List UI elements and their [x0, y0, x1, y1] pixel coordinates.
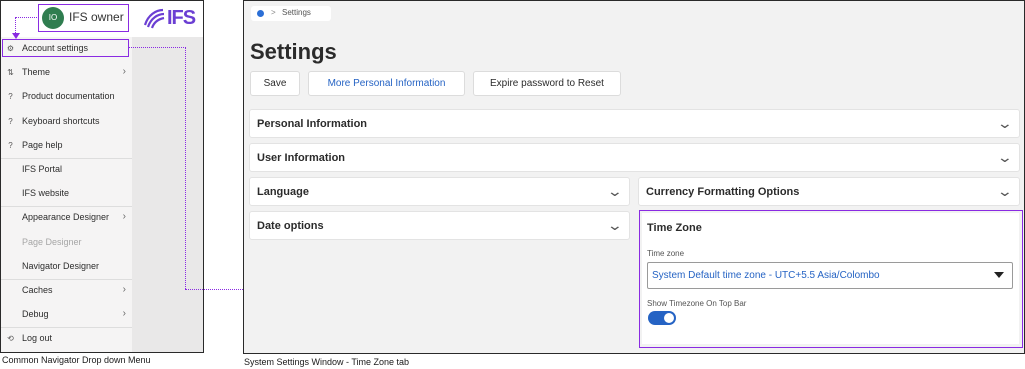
ifs-logo-mark-icon	[143, 8, 165, 29]
help-circle-icon: ?	[8, 140, 13, 150]
section-title: User Information	[257, 152, 346, 164]
chevron-down-icon[interactable]: ⌄	[997, 115, 1013, 132]
breadcrumb-item-settings[interactable]: Settings	[282, 8, 311, 17]
navigator-backdrop	[132, 37, 203, 352]
nav-item-label: Page Designer	[22, 236, 82, 247]
show-timezone-toggle[interactable]	[648, 311, 676, 325]
time-zone-panel: Time Zone Time zone System Default time …	[642, 213, 1019, 344]
chevron-down-icon[interactable]: ⌄	[997, 149, 1013, 166]
nav-item-ifs-portal[interactable]: IFS Portal	[1, 158, 132, 182]
chevron-down-icon[interactable]: ⌄	[997, 183, 1013, 200]
section-title: Currency Formatting Options	[646, 186, 800, 198]
nav-item-ifs-website[interactable]: IFS website	[1, 182, 132, 206]
caret-down-icon	[994, 272, 1004, 278]
chevron-right-icon: ›	[122, 284, 126, 295]
left-caption: Common Navigator Drop down Menu	[2, 355, 151, 365]
user-name: IFS owner	[69, 10, 124, 24]
connector-line	[185, 47, 186, 289]
time-zone-value: System Default time zone - UTC+5.5 Asia/…	[652, 270, 880, 281]
theme-icon: ⇅	[7, 68, 14, 78]
ifs-logo: IFS	[142, 6, 196, 30]
right-caption: System Settings Window - Time Zone tab	[244, 357, 410, 367]
nav-item-caches[interactable]: Caches ›	[1, 279, 132, 303]
time-zone-section: Time Zone Time zone System Default time …	[639, 210, 1023, 348]
save-button[interactable]: Save	[250, 71, 300, 96]
navigator-dropdown-menu: IO IFS owner IFS ⚙ Account settings ⇅ Theme…	[0, 0, 204, 353]
currency-formatting-section[interactable]: Currency Formatting Options ⌄	[638, 177, 1020, 206]
chevron-right-icon: ›	[122, 66, 126, 78]
section-title: Date options	[257, 220, 324, 232]
nav-item-label: Theme	[22, 67, 51, 78]
ifs-logo-text: IFS	[167, 7, 196, 29]
account-settings-highlight	[2, 39, 129, 57]
language-section[interactable]: Language ⌄	[249, 177, 630, 206]
home-icon[interactable]	[257, 10, 264, 17]
nav-item-label: Caches	[22, 285, 53, 295]
nav-item-label: Appearance Designer	[22, 212, 110, 223]
user-profile-button[interactable]: IO IFS owner	[38, 4, 129, 32]
nav-item-label: Debug	[22, 309, 49, 320]
navigator-menu-list: ⚙ Account settings ⇅ Theme ›? Product documen…	[1, 37, 132, 352]
toggle-knob	[664, 313, 674, 323]
time-zone-select[interactable]: System Default time zone - UTC+5.5 Asia/…	[647, 262, 1013, 289]
nav-item-theme[interactable]: ⇅ Theme ›	[1, 61, 132, 85]
nav-item-label: Navigator Designer	[22, 260, 100, 271]
nav-item-navigator-designer[interactable]: Navigator Designer	[1, 255, 132, 279]
section-title: Personal Information	[257, 118, 368, 130]
page-title: Settings	[250, 39, 337, 64]
nav-item-product-documentation[interactable]: ? Product documentation	[1, 85, 132, 109]
nav-item-log-out[interactable]: ⟲ Log out	[1, 327, 132, 351]
nav-item-label: Product documentation	[22, 91, 115, 102]
connector-line	[128, 47, 186, 48]
date-options-section[interactable]: Date options ⌄	[249, 211, 630, 240]
chevron-down-icon[interactable]: ⌄	[607, 217, 623, 234]
help-circle-icon: ?	[8, 92, 13, 102]
navigator-header: IO IFS owner IFS	[1, 1, 203, 35]
expire-password-button[interactable]: Expire password to Reset	[473, 71, 621, 96]
nav-item-label: Page help	[22, 139, 63, 150]
section-title: Time Zone	[647, 222, 702, 234]
breadcrumb: > Settings	[251, 6, 331, 21]
more-personal-information-button[interactable]: More Personal Information	[308, 71, 465, 96]
nav-item-label: IFS Portal	[22, 164, 63, 174]
avatar: IO	[42, 7, 64, 29]
nav-item-label: IFS website	[22, 188, 70, 199]
nav-item-page-designer[interactable]: Page Designer	[1, 231, 132, 255]
nav-item-page-help[interactable]: ? Page help	[1, 134, 132, 158]
show-timezone-label: Show Timezone On Top Bar	[647, 299, 747, 308]
nav-item-label: Log out	[22, 333, 53, 344]
personal-information-section[interactable]: Personal Information ⌄	[249, 109, 1020, 138]
chevron-right-icon: ›	[122, 211, 126, 223]
nav-item-label: Keyboard shortcuts	[22, 115, 100, 126]
user-information-section[interactable]: User Information ⌄	[249, 143, 1020, 172]
help-circle-icon: ?	[8, 116, 13, 126]
nav-item-appearance-designer[interactable]: Appearance Designer ›	[1, 206, 132, 230]
logout-icon: ⟲	[7, 334, 14, 344]
nav-item-debug[interactable]: Debug ›	[1, 303, 132, 327]
settings-window: > Settings Settings Save More Personal I…	[243, 0, 1025, 354]
nav-item-keyboard-shortcuts[interactable]: ? Keyboard shortcuts	[1, 110, 132, 134]
connector-line	[16, 17, 37, 18]
chevron-right-icon: ›	[122, 308, 126, 320]
chevron-down-icon[interactable]: ⌄	[607, 183, 623, 200]
section-title: Language	[257, 186, 309, 198]
time-zone-label: Time zone	[647, 249, 685, 258]
chevron-right-icon: >	[271, 8, 276, 17]
arrow-down-icon	[12, 33, 20, 39]
